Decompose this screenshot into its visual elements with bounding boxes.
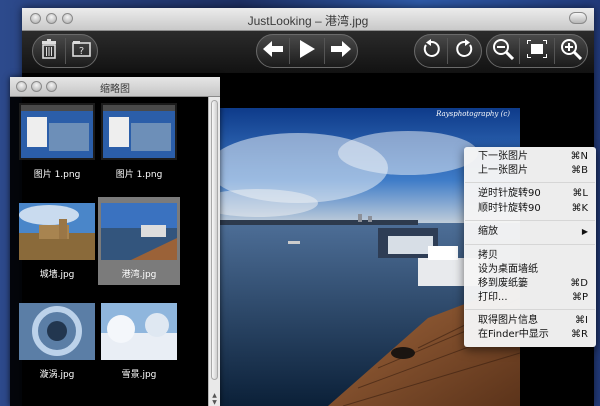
thumbnail-label: 漩涡.jpg bbox=[39, 370, 75, 380]
toolbar-separator bbox=[447, 38, 449, 64]
thumbnails-panel: 缩略图 图片 1.png 图片 1.png 城墙.jpg 港湾.jpg 漩涡.j… bbox=[10, 77, 220, 406]
previous-button[interactable] bbox=[258, 36, 288, 66]
submenu-arrow-icon: ▶ bbox=[581, 227, 588, 236]
menu-shortcut: ⌘P bbox=[571, 292, 588, 303]
fit-screen-button[interactable] bbox=[522, 36, 552, 66]
next-button[interactable] bbox=[326, 36, 356, 66]
menu-shortcut: ⌘B bbox=[571, 165, 588, 176]
zoom-out-icon bbox=[492, 38, 514, 64]
thumbnail-item[interactable]: 雪景.jpg bbox=[98, 297, 180, 385]
menu-separator bbox=[465, 182, 595, 183]
menu-item-next-image[interactable]: 下一张图片 ⌘N bbox=[478, 150, 588, 164]
thumbnail-label: 图片 1.png bbox=[33, 170, 81, 180]
thumbnails-titlebar[interactable]: 缩略图 bbox=[10, 77, 220, 97]
menu-shortcut: ⌘D bbox=[570, 278, 588, 289]
thumbnail-item-selected[interactable]: 港湾.jpg bbox=[98, 197, 180, 285]
menu-item-rotate-clockwise[interactable]: 顺时针旋转90 ⌘K bbox=[478, 202, 588, 216]
zoom-out-button[interactable] bbox=[488, 36, 518, 66]
thumbnail-item[interactable]: 图片 1.png bbox=[16, 97, 98, 185]
thumbnail-label: 图片 1.png bbox=[115, 170, 163, 180]
scrollbar-thumb[interactable] bbox=[211, 100, 218, 380]
thumbnail-image bbox=[101, 203, 177, 260]
thumbnail-image bbox=[101, 303, 177, 360]
toolbar: ? bbox=[22, 31, 594, 73]
rotate-group bbox=[414, 34, 482, 68]
toolbar-separator bbox=[553, 38, 555, 64]
thumbnails-scrollbar[interactable]: ▲ ▼ bbox=[208, 97, 220, 406]
photo-watermark: Raysphotography (c) bbox=[436, 110, 510, 118]
menu-item-previous-image[interactable]: 上一张图片 ⌘B bbox=[478, 164, 588, 178]
menu-shortcut: ⌘N bbox=[570, 151, 588, 162]
menu-item-copy[interactable]: 拷贝 bbox=[478, 249, 588, 263]
thumbnail-image bbox=[19, 303, 95, 360]
menu-item-get-info[interactable]: 取得图片信息 ⌘I bbox=[478, 314, 588, 328]
toolbar-toggle-button[interactable] bbox=[569, 12, 587, 24]
navigation-group bbox=[256, 34, 358, 68]
info-button[interactable]: ? bbox=[67, 36, 97, 66]
menu-item-zoom-submenu[interactable]: 缩放 ▶ bbox=[478, 225, 588, 239]
scroll-arrows[interactable]: ▲ ▼ bbox=[209, 392, 220, 406]
toolbar-separator bbox=[323, 38, 325, 64]
toolbar-separator bbox=[64, 38, 66, 64]
zoom-group bbox=[486, 34, 588, 68]
menu-separator bbox=[465, 244, 595, 245]
window-titlebar[interactable]: JustLooking – 港湾.jpg bbox=[22, 8, 594, 31]
thumbnail-item[interactable]: 图片 1.png bbox=[98, 97, 180, 185]
toolbar-separator bbox=[289, 38, 291, 64]
rotate-left-button[interactable] bbox=[416, 36, 446, 66]
thumbnail-label: 港湾.jpg bbox=[121, 270, 157, 280]
trash-icon bbox=[40, 39, 58, 63]
play-button[interactable] bbox=[292, 36, 322, 66]
trash-button[interactable] bbox=[34, 36, 64, 66]
fit-screen-icon bbox=[525, 39, 548, 62]
zoom-in-icon bbox=[560, 38, 583, 64]
rotate-left-icon bbox=[421, 39, 441, 63]
menu-item-rotate-counterclockwise[interactable]: 逆时针旋转90 ⌘L bbox=[478, 187, 588, 201]
menu-item-move-to-trash[interactable]: 移到废纸篓 ⌘D bbox=[478, 277, 588, 291]
menu-item-set-desktop-wallpaper[interactable]: 设为桌面墙纸 bbox=[478, 263, 588, 277]
menu-separator bbox=[465, 220, 595, 221]
menu-shortcut: ⌘R bbox=[571, 329, 588, 340]
info-icon: ? bbox=[71, 40, 92, 62]
thumbnail-label: 城墙.jpg bbox=[39, 270, 75, 280]
window-title: JustLooking – 港湾.jpg bbox=[247, 14, 369, 28]
thumbnail-image bbox=[19, 203, 95, 260]
menu-item-print[interactable]: 打印... ⌘P bbox=[478, 291, 588, 305]
menu-shortcut: ⌘K bbox=[571, 203, 588, 214]
file-actions-group: ? bbox=[32, 34, 98, 68]
previous-arrow-icon bbox=[262, 41, 283, 61]
thumbnail-item[interactable]: 漩涡.jpg bbox=[16, 297, 98, 385]
menu-item-show-in-finder[interactable]: 在Finder中显示 ⌘R bbox=[478, 328, 588, 342]
menu-separator bbox=[465, 309, 595, 310]
next-arrow-icon bbox=[331, 41, 352, 61]
menu-shortcut: ⌘L bbox=[572, 188, 588, 199]
thumbnail-label: 雪景.jpg bbox=[121, 370, 157, 380]
zoom-in-button[interactable] bbox=[556, 36, 586, 66]
thumbnails-title: 缩略图 bbox=[100, 84, 130, 95]
rotate-right-icon bbox=[455, 39, 475, 63]
thumbnail-image bbox=[101, 103, 177, 160]
svg-text:?: ? bbox=[78, 46, 83, 57]
thumbnail-image bbox=[19, 103, 95, 160]
play-icon bbox=[299, 40, 315, 62]
thumbnail-grid: 图片 1.png 图片 1.png 城墙.jpg 港湾.jpg 漩涡.jpg 雪… bbox=[10, 97, 206, 403]
toolbar-separator bbox=[519, 38, 521, 64]
thumbnail-item[interactable]: 城墙.jpg bbox=[16, 197, 98, 285]
context-menu: 下一张图片 ⌘N 上一张图片 ⌘B 逆时针旋转90 ⌘L 顺时针旋转90 ⌘K 缩放 ▶ … bbox=[464, 147, 596, 347]
menu-shortcut: ⌘I bbox=[575, 315, 588, 326]
rotate-right-button[interactable] bbox=[450, 36, 480, 66]
